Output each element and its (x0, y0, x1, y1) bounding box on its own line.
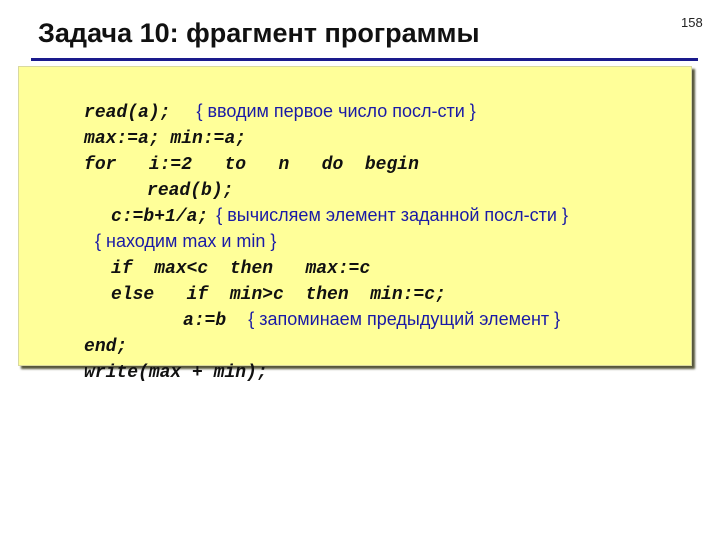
code-line: else if min>c then min:=c; (91, 254, 446, 305)
code-line: if max<c then max:=c (91, 228, 370, 279)
code-line: a:=b { запоминаем предыдущий элемент } (163, 280, 560, 331)
code-line: read(b); (127, 150, 233, 201)
code-line: c:=b+1/a;{ вычисляем элемент заданной по… (91, 176, 568, 227)
code-line: max:=a; min:=a; (64, 98, 246, 149)
slide-title: Задача 10: фрагмент программы (38, 18, 480, 48)
code-line: end; (64, 306, 127, 357)
page-number: 158 (681, 15, 703, 30)
code-line: read(a);{ вводим первое число посл-сти } (64, 72, 476, 123)
code-line: for i:=2 to n do begin (64, 124, 419, 175)
code-line: { находим max и min } (75, 202, 276, 251)
code-line: write(max + min); (64, 332, 268, 383)
code-comment: { запоминаем предыдущий элемент } (248, 309, 561, 329)
code-text: write(max + min); (84, 363, 268, 383)
code-text: a:=b (183, 311, 227, 331)
title-underline (31, 58, 698, 61)
code-block: read(a);{ вводим первое число посл-сти }… (18, 66, 692, 383)
